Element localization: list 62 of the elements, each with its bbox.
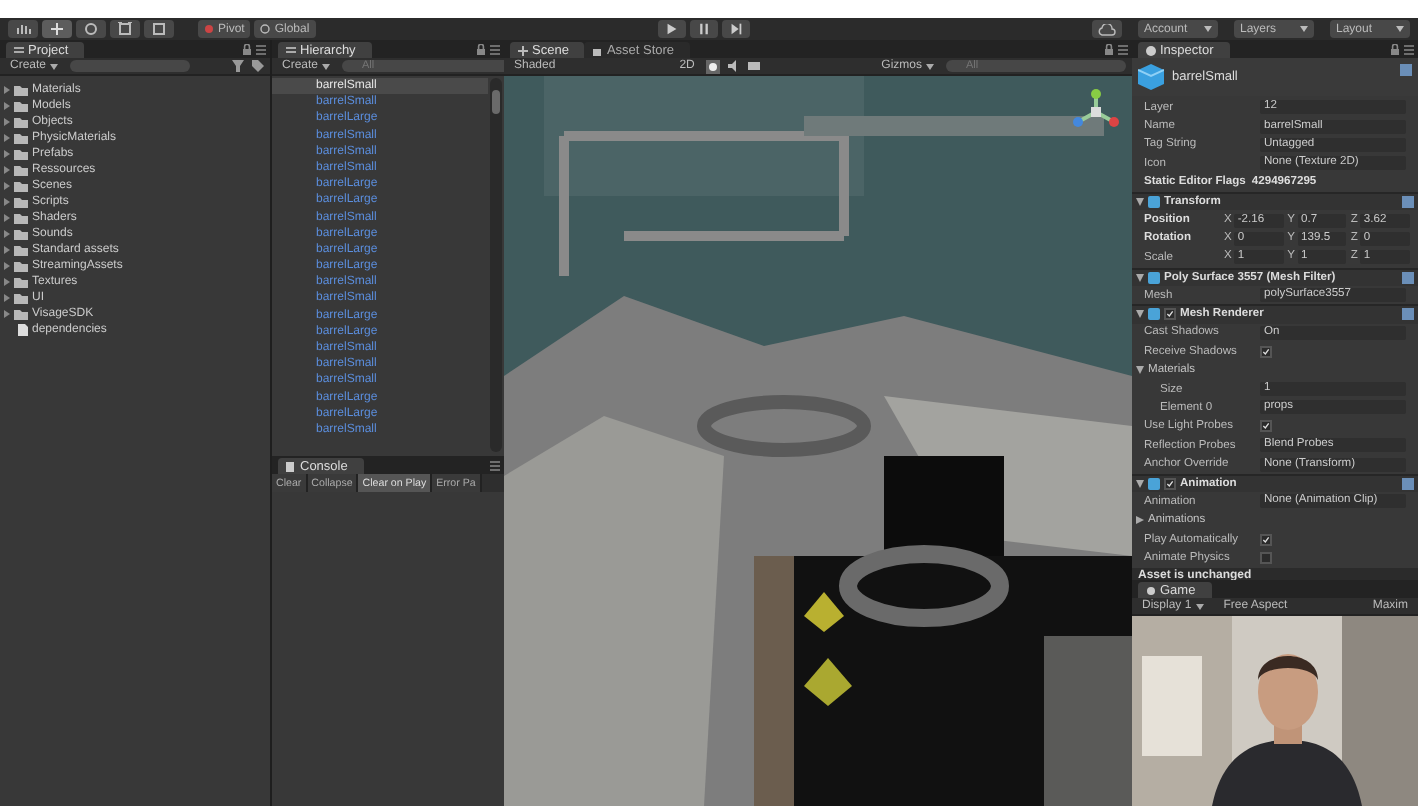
step-icon: [727, 22, 744, 36]
step-button[interactable]: [721, 20, 750, 38]
rotate-tool-icon: [82, 22, 100, 36]
caret-icon: [50, 63, 59, 69]
rect-tool-button[interactable]: [144, 20, 174, 38]
menu-icon[interactable]: [256, 44, 266, 56]
component-icon: [1148, 271, 1160, 284]
foldout-arrow-icon[interactable]: [1136, 480, 1144, 488]
lock-icon[interactable]: [476, 44, 486, 56]
play-icon: [663, 22, 680, 36]
lock-icon[interactable]: [1390, 44, 1400, 56]
menu-icon[interactable]: [1404, 44, 1414, 56]
rect-tool-icon: [150, 22, 168, 36]
caret-icon: [1204, 26, 1212, 32]
check-icon: [1166, 478, 1174, 490]
caret-icon: [1300, 26, 1308, 32]
check-icon: [1262, 420, 1270, 433]
component-icon: [1148, 478, 1160, 490]
cloud-icon: [1098, 23, 1116, 35]
play-button[interactable]: [657, 20, 686, 38]
scale-tool-icon: [116, 22, 134, 36]
checkbox[interactable]: [1260, 345, 1272, 358]
foldout-arrow-icon[interactable]: [1136, 366, 1144, 375]
menu-icon[interactable]: [1118, 44, 1128, 56]
move-tool-icon: [48, 22, 66, 36]
foldout-arrow-icon[interactable]: [1136, 516, 1144, 525]
pivot-icon: [204, 24, 214, 34]
checkbox[interactable]: [1260, 552, 1272, 565]
lock-icon[interactable]: [242, 44, 252, 56]
menu-icon[interactable]: [490, 44, 500, 56]
foldout-arrow-icon[interactable]: [1136, 198, 1144, 207]
search-field[interactable]: [70, 60, 191, 72]
scrollbar[interactable]: [490, 78, 502, 452]
checkbox[interactable]: [1260, 533, 1272, 546]
component-icon: [1148, 308, 1160, 321]
pause-button[interactable]: [689, 20, 718, 38]
lock-icon[interactable]: [1104, 44, 1114, 56]
check-icon: [1262, 345, 1270, 358]
caret-icon: [1396, 26, 1404, 32]
foldout-arrow-icon[interactable]: [1136, 273, 1144, 282]
move-tool-button[interactable]: [42, 20, 72, 38]
light-icon[interactable]: [706, 59, 721, 73]
foldout-arrow-icon[interactable]: [1136, 310, 1144, 319]
grid-icon: [518, 45, 528, 55]
menu-icon[interactable]: [490, 460, 500, 472]
caret-icon: [322, 63, 331, 69]
caret-icon: [926, 63, 934, 69]
rotate-tool-button[interactable]: [76, 20, 106, 38]
caret-icon: [1195, 603, 1204, 609]
cube-icon: [1138, 64, 1164, 90]
component-icon: [1148, 196, 1160, 209]
check-icon: [1166, 308, 1174, 321]
checkbox[interactable]: [1260, 420, 1272, 433]
pause-icon: [695, 22, 712, 36]
cloud-button[interactable]: [1092, 20, 1122, 38]
list-icon: [286, 45, 296, 55]
check-icon: [1262, 533, 1270, 546]
checkbox[interactable]: [1164, 478, 1176, 490]
list-icon: [14, 45, 24, 55]
scale-tool-button[interactable]: [110, 20, 140, 38]
checkbox[interactable]: [1164, 308, 1176, 321]
file-icon: [18, 324, 28, 336]
